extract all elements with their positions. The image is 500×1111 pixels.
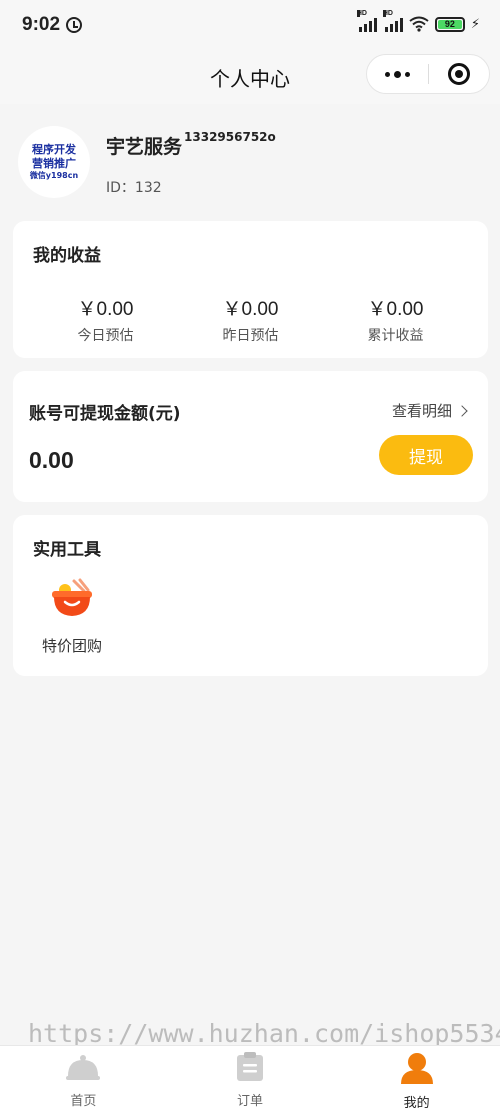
- view-details-link[interactable]: 查看明细: [391, 400, 468, 421]
- earnings-yesterday: ￥0.00 昨日预估: [178, 294, 323, 345]
- earnings-label: 累计收益: [367, 328, 424, 344]
- network-label: HD: [356, 10, 367, 17]
- profile-phone: 1332956752o: [184, 130, 276, 144]
- nav-bar: 个人中心: [0, 50, 500, 104]
- earnings-card: 我的收益 ￥0.00 今日预估 ￥0.00 昨日预估 ￥0.00 累计收益: [13, 221, 488, 358]
- mini-program-capsule: [366, 54, 490, 94]
- profile-info: 宇艺服务 1332956752o ID：132: [106, 130, 276, 197]
- withdraw-card: 账号可提现金额(元) 查看明细 0.00 提现: [13, 371, 488, 502]
- avatar-text-2: 营销推广: [32, 157, 76, 170]
- close-icon[interactable]: [429, 63, 489, 85]
- earnings-label: 昨日预估: [222, 328, 279, 344]
- withdraw-button[interactable]: 提现: [379, 435, 473, 475]
- tab-bar: 首页 订单 我的: [0, 1045, 500, 1111]
- view-details-label: 查看明细: [391, 402, 452, 420]
- earnings-today: ￥0.00 今日预估: [33, 294, 178, 345]
- tab-orders[interactable]: 订单: [167, 1046, 334, 1111]
- battery-icon: 92: [434, 16, 465, 32]
- earnings-label: 今日预估: [77, 328, 134, 344]
- bowl-icon: [50, 577, 94, 625]
- tab-home[interactable]: 首页: [0, 1046, 167, 1111]
- tool-label: 特价团购: [41, 637, 102, 655]
- avatar[interactable]: 程序开发 营销推广 微信y198cn: [18, 126, 90, 198]
- document-icon: [235, 1052, 265, 1086]
- more-icon[interactable]: [367, 70, 428, 78]
- withdraw-balance: 0.00: [29, 447, 74, 473]
- network-label-2: HD: [382, 10, 393, 17]
- earnings-row: ￥0.00 今日预估 ￥0.00 昨日预估 ￥0.00 累计收益: [33, 294, 468, 345]
- profile-id: ID：132: [106, 180, 162, 196]
- cloche-icon: [65, 1052, 101, 1086]
- tools-title: 实用工具: [33, 540, 101, 560]
- tool-group-buy[interactable]: 特价团购: [27, 577, 117, 656]
- signal-icon-2: HD: [382, 10, 403, 32]
- avatar-text-1: 程序开发: [32, 143, 76, 157]
- page-title: 个人中心: [210, 66, 290, 91]
- watermark: https://www.huzhan.com/ishop5534: [28, 1019, 500, 1048]
- alarm-icon: [66, 17, 83, 33]
- profile-name-row: 宇艺服务 1332956752o: [106, 130, 276, 159]
- earnings-total: ￥0.00 累计收益: [323, 294, 468, 345]
- earnings-amount: ￥0.00: [77, 299, 134, 320]
- tools-card: 实用工具 特价团购: [13, 515, 488, 676]
- charging-icon: ⚡: [470, 16, 480, 32]
- earnings-amount: ￥0.00: [367, 299, 424, 320]
- status-icons: HD HD 92 ⚡: [356, 10, 480, 32]
- profile-header: 程序开发 营销推广 微信y198cn 宇艺服务 1332956752o ID：1…: [18, 126, 276, 198]
- profile-name: 宇艺服务: [106, 136, 183, 158]
- battery-level: 92: [437, 19, 462, 29]
- chevron-right-icon: [456, 404, 468, 417]
- signal-icon: HD: [356, 10, 377, 32]
- wifi-icon: [409, 16, 429, 32]
- tab-label: 首页: [70, 1094, 97, 1109]
- status-bar: 9:02 HD HD 92 ⚡: [0, 0, 500, 50]
- avatar-text-3: 微信y198cn: [29, 170, 79, 180]
- earnings-amount: ￥0.00: [222, 299, 279, 320]
- earnings-title: 我的收益: [33, 246, 101, 266]
- withdraw-title: 账号可提现金额(元): [29, 404, 181, 424]
- tab-label: 订单: [237, 1094, 264, 1109]
- tab-label: 我的: [403, 1096, 430, 1111]
- user-icon: [399, 1052, 435, 1088]
- tab-me[interactable]: 我的: [333, 1046, 500, 1111]
- status-time: 9:02: [22, 14, 61, 35]
